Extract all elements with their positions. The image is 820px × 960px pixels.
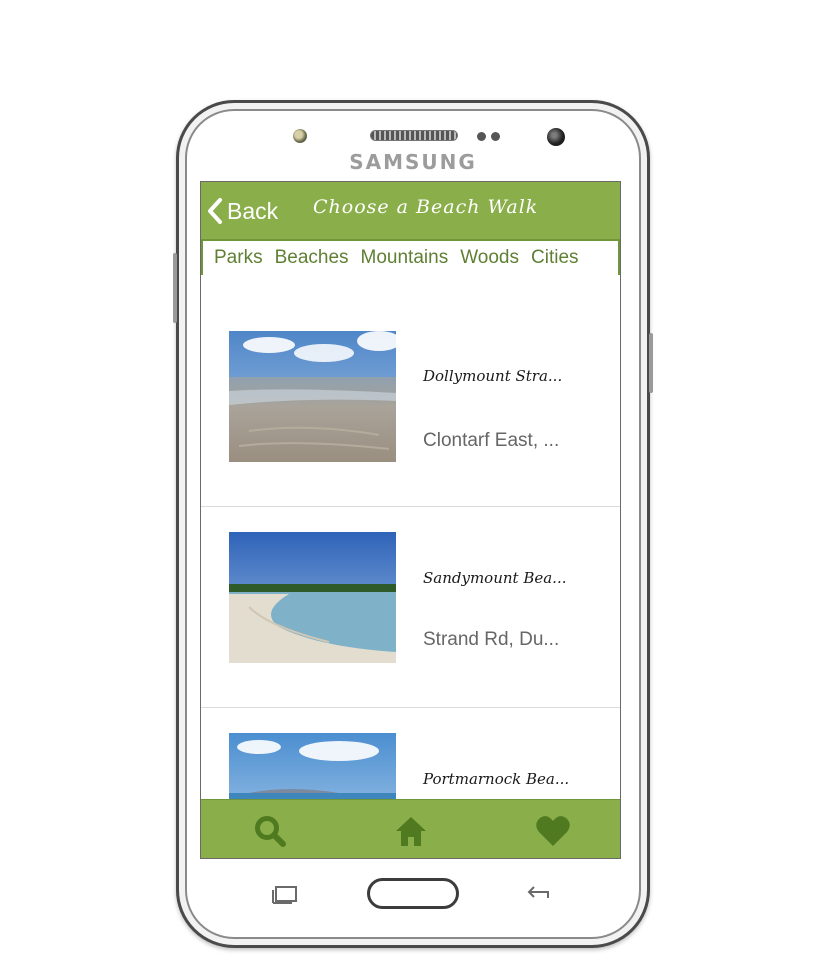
app-screen: Back Choose a Beach Walk Parks Beaches M…	[200, 181, 621, 859]
top-app-bar: Back Choose a Beach Walk	[201, 182, 620, 241]
item-address: Clontarf East, ...	[423, 430, 560, 451]
earpiece-speaker	[370, 130, 458, 141]
tab-woods[interactable]: Woods	[460, 247, 519, 269]
search-icon[interactable]	[253, 814, 287, 853]
recent-apps-icon[interactable]	[270, 884, 300, 909]
item-name: Portmarnock Bea...	[423, 770, 570, 788]
page-title: Choose a Beach Walk	[313, 196, 539, 218]
tab-mountains[interactable]: Mountains	[361, 247, 449, 269]
front-camera	[547, 128, 565, 146]
beach-photo	[229, 331, 396, 462]
item-address: Strand Rd, Du...	[423, 629, 560, 650]
power-button	[649, 333, 653, 393]
volume-button	[173, 253, 177, 323]
heart-icon[interactable]	[535, 814, 571, 853]
sensor-dot	[477, 132, 486, 141]
list-item[interactable]: Sandymount Bea... Strand Rd, Du...	[201, 507, 620, 708]
item-name: Dollymount Stra...	[423, 367, 563, 385]
back-arrow-icon[interactable]	[524, 884, 552, 909]
walk-list: Dollymount Stra... Clontarf East, ... Sa…	[201, 275, 620, 858]
beach-photo	[229, 532, 396, 663]
tab-cities[interactable]: Cities	[531, 247, 579, 269]
item-name: Sandymount Bea...	[423, 569, 567, 587]
tab-beaches[interactable]: Beaches	[275, 247, 349, 269]
category-tabs: Parks Beaches Mountains Woods Cities	[201, 241, 620, 275]
chevron-left-icon	[208, 198, 222, 224]
list-item[interactable]: Dollymount Stra... Clontarf East, ...	[201, 275, 620, 507]
bottom-nav-bar	[201, 799, 620, 858]
home-icon[interactable]	[394, 814, 428, 853]
brand-logo: SAMSUNG	[349, 150, 477, 174]
sensor-dot	[491, 132, 500, 141]
proximity-sensor	[293, 129, 307, 143]
home-button[interactable]	[367, 878, 459, 909]
back-button[interactable]: Back	[207, 194, 278, 228]
back-label: Back	[227, 197, 279, 224]
tab-parks[interactable]: Parks	[214, 247, 263, 269]
